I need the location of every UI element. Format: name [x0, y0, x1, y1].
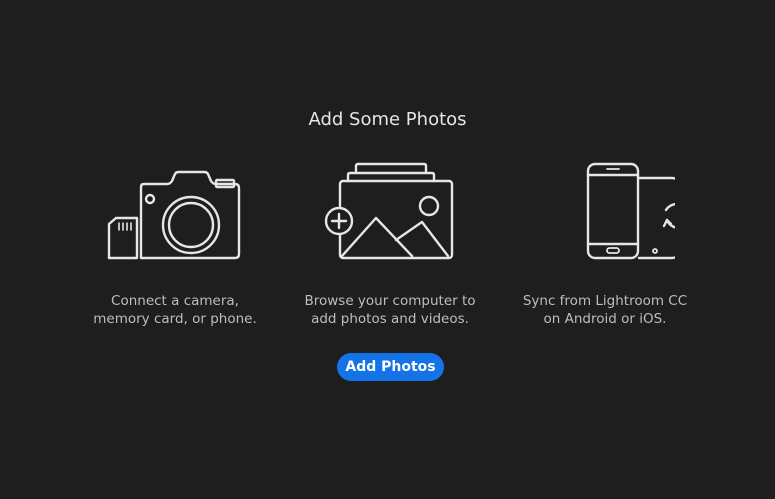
caption-line: Browse your computer to: [304, 293, 476, 309]
option-caption: Sync from Lightroom CC on Android or iOS…: [505, 292, 705, 328]
caption-line: memory card, or phone.: [93, 311, 257, 327]
option-caption: Browse your computer to add photos and v…: [290, 292, 490, 328]
add-photos-button[interactable]: Add Photos: [337, 353, 444, 381]
option-browse-computer[interactable]: Browse your computer to add photos and v…: [290, 160, 490, 328]
caption-line: add photos and videos.: [311, 311, 469, 327]
page-title: Add Some Photos: [308, 109, 467, 130]
camera-with-memory-card-icon: [107, 170, 241, 260]
caption-line: on Android or iOS.: [543, 311, 667, 327]
option-caption: Connect a camera, memory card, or phone.: [75, 292, 275, 328]
option-connect-camera[interactable]: Connect a camera, memory card, or phone.: [75, 160, 275, 328]
add-photos-panel: Add Some Photos Connect a camera, memory…: [0, 0, 775, 499]
option-sync-mobile[interactable]: Sync from Lightroom CC on Android or iOS…: [505, 160, 705, 328]
mobile-sync-icon: [586, 162, 675, 260]
add-photos-stack-icon: [324, 162, 454, 260]
caption-line: Sync from Lightroom CC: [522, 293, 688, 309]
caption-line: Connect a camera,: [111, 293, 239, 309]
